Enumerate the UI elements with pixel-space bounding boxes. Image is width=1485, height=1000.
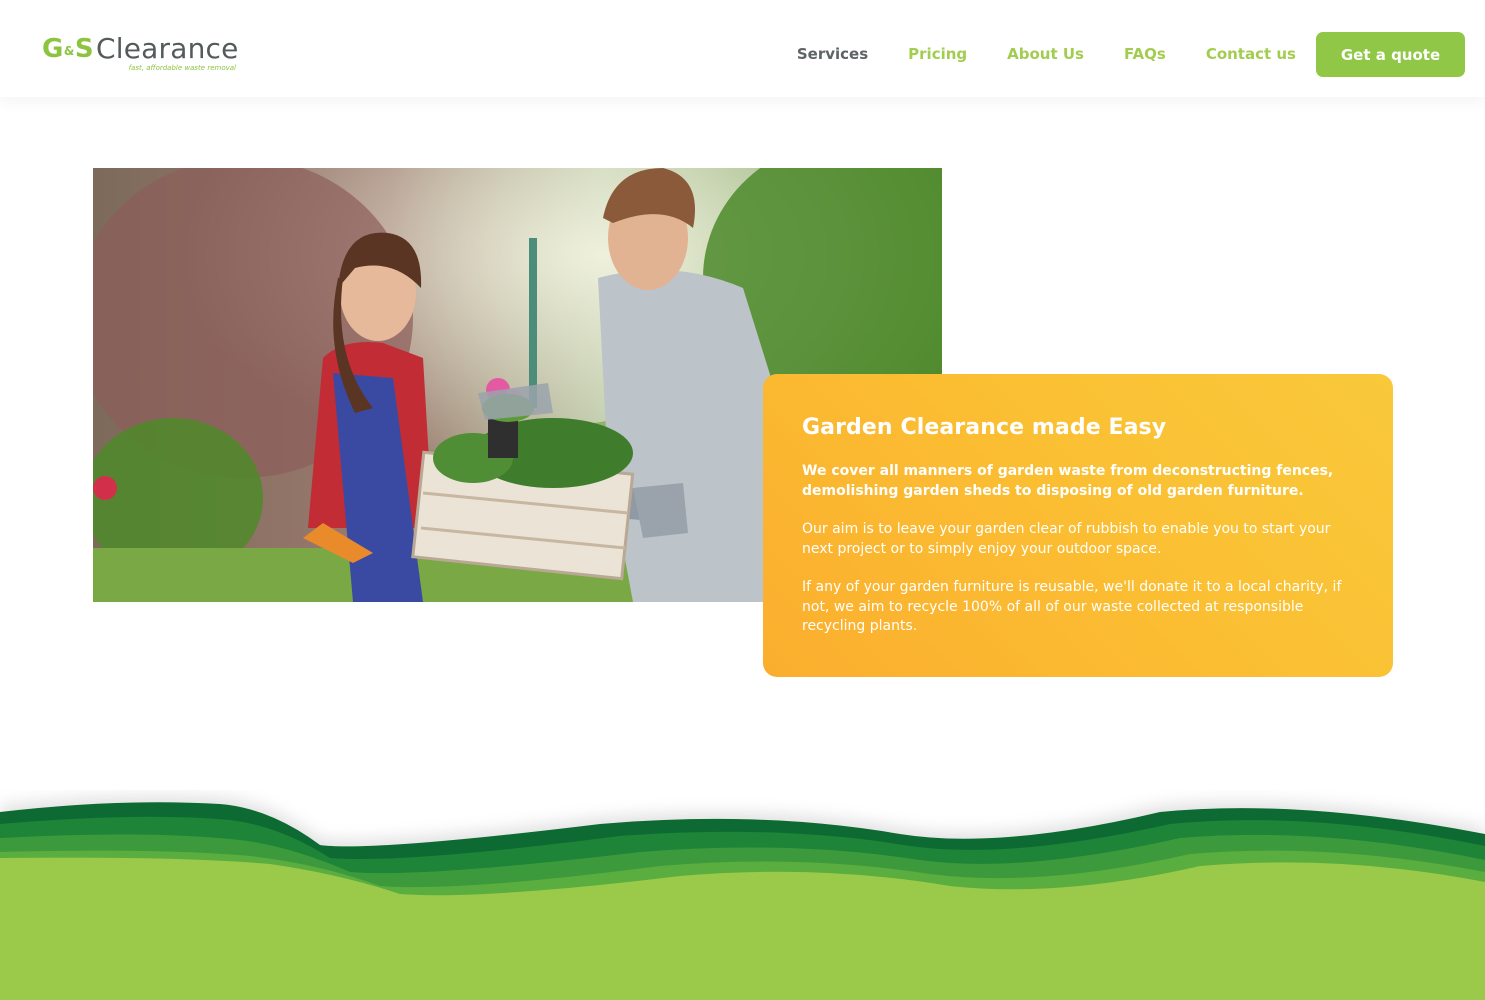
nav-about-us[interactable]: About Us bbox=[1007, 32, 1084, 77]
card-paragraph-2: If any of your garden furniture is reusa… bbox=[802, 579, 1342, 634]
brand-logo[interactable]: G&S Clearance fast, affordable waste rem… bbox=[42, 33, 242, 77]
card-title: Garden Clearance made Easy bbox=[802, 415, 1167, 440]
nav-pricing[interactable]: Pricing bbox=[908, 32, 967, 77]
main-nav: Services Pricing About Us FAQs Contact u… bbox=[757, 32, 1465, 77]
nav-contact-us[interactable]: Contact us bbox=[1206, 32, 1296, 77]
nav-services[interactable]: Services bbox=[797, 32, 868, 77]
garden-clearance-card: Garden Clearance made Easy We cover all … bbox=[763, 374, 1393, 677]
get-a-quote-button[interactable]: Get a quote bbox=[1316, 32, 1465, 77]
green-hills-footer-decoration bbox=[0, 802, 1485, 1000]
card-paragraph-1: Our aim is to leave your garden clear of… bbox=[802, 521, 1331, 557]
nav-faqs[interactable]: FAQs bbox=[1124, 32, 1166, 77]
logo-name: Clearance bbox=[96, 32, 239, 65]
site-header: G&S Clearance fast, affordable waste rem… bbox=[0, 0, 1485, 97]
card-lead: We cover all manners of garden waste fro… bbox=[802, 463, 1334, 499]
logo-mark: G&S bbox=[42, 34, 94, 64]
logo-tagline: fast, affordable waste removal bbox=[128, 64, 236, 72]
